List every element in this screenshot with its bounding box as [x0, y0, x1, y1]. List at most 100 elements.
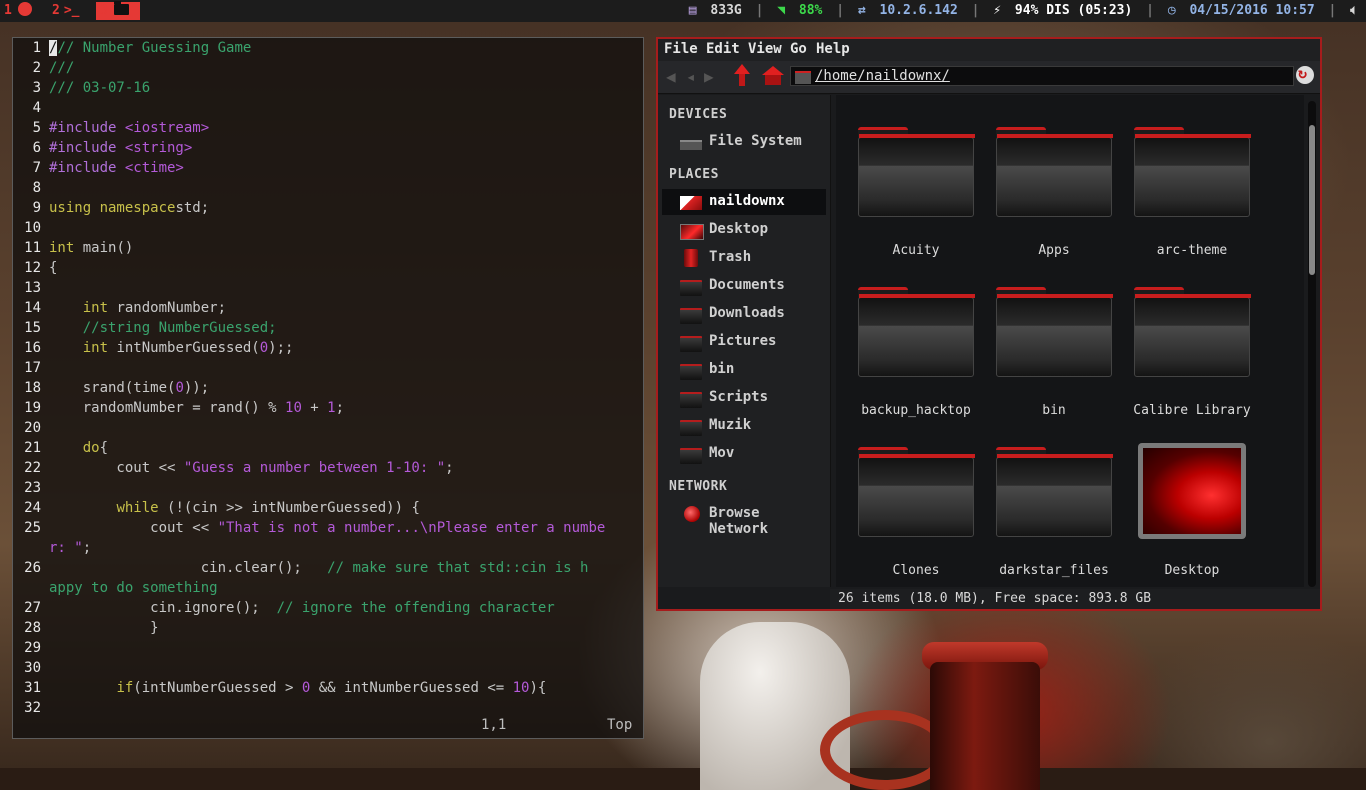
code-line[interactable]: 24 while (!(cin >> intNumberGuessed)) { [13, 498, 420, 518]
code-line[interactable]: 15 //string NumberGuessed; [13, 318, 276, 338]
home-icon[interactable] [762, 66, 784, 86]
sidebar-item-label: File System [709, 133, 802, 149]
line-number: 28 [24, 620, 41, 636]
toolbar: ◀ ◂ ▶ /home/naildownx/ [658, 61, 1320, 94]
menu-edit[interactable]: Edit [706, 41, 740, 57]
scrollbar-thumb[interactable] [1309, 125, 1315, 275]
line-number: 16 [24, 340, 41, 356]
location-path[interactable]: /home/naildownx/ [815, 68, 950, 84]
file-item[interactable]: Acuity [842, 95, 980, 258]
forward-icon[interactable]: ▶ [704, 67, 714, 86]
line-number: 6 [32, 140, 41, 156]
file-item[interactable]: darkstar_files [980, 415, 1118, 578]
sidebar-item-pictures[interactable]: Pictures [662, 329, 826, 355]
file-manager-window[interactable]: File Edit View Go Help ◀ ◂ ▶ /home/naild… [656, 37, 1322, 611]
datetime[interactable]: 04/15/2016 10:57 [1189, 2, 1314, 20]
file-item-label: darkstar_files [999, 563, 1109, 578]
sidebar-item-browse-network[interactable]: Browse Network [662, 501, 826, 537]
code-line[interactable]: 12 { [13, 258, 57, 278]
line-number: 9 [32, 200, 41, 216]
sidebar-item-scripts[interactable]: Scripts [662, 385, 826, 411]
back-icon[interactable]: ◀ [666, 67, 676, 86]
file-item[interactable]: Clones [842, 415, 980, 578]
code-token: main() [74, 240, 134, 256]
code-line[interactable]: 5 #include <iostream> [13, 118, 210, 138]
sidebar-item-bin[interactable]: bin [662, 357, 826, 383]
sidebar-item-downloads[interactable]: Downloads [662, 301, 826, 327]
code-line[interactable]: 7 #include <ctime> [13, 158, 184, 178]
code-line[interactable]: 9 using namespacestd; [13, 198, 210, 218]
menu-help[interactable]: Help [816, 41, 850, 57]
menu-go[interactable]: Go [790, 41, 807, 57]
reload-icon[interactable] [1296, 64, 1314, 84]
code-line[interactable]: 18 srand(time(0)); [13, 378, 209, 398]
file-view-scrollbar[interactable] [1308, 101, 1316, 587]
file-item[interactable]: bin [980, 255, 1118, 418]
code-line[interactable]: 11 int main() [13, 238, 133, 258]
file-item[interactable]: backup_hacktop [842, 255, 980, 418]
code-line[interactable]: r: "; [13, 538, 91, 558]
workspace-3[interactable]: 3 [96, 1, 140, 20]
code-token: /// [49, 60, 75, 76]
line-number: 20 [24, 420, 41, 436]
sidebar-item-label: Muzik [709, 417, 752, 433]
code-line[interactable]: 28 } [13, 618, 158, 638]
code-line[interactable]: 13 [13, 278, 49, 298]
code-line[interactable]: 2 /// [13, 58, 75, 78]
sidebar-item-trash[interactable]: Trash [662, 245, 826, 271]
sidebar-item-mov[interactable]: Mov [662, 441, 826, 467]
vim-terminal[interactable]: 1/// Number Guessing Game 2 /// 3 /// 03-07-… [12, 37, 644, 739]
folder-icon [858, 287, 975, 377]
code-line[interactable]: 14 int randomNumber; [13, 298, 226, 318]
code-line[interactable]: 17 [13, 358, 49, 378]
file-item[interactable]: Calibre Library [1118, 255, 1256, 418]
code-token: ){ [529, 680, 547, 696]
code-line[interactable]: 6 #include <string> [13, 138, 193, 158]
file-item[interactable]: Apps [980, 95, 1118, 258]
sidebar-item-label: Desktop [709, 221, 769, 237]
code-line[interactable]: 21 do{ [13, 438, 108, 458]
code-line[interactable]: appy to do something [13, 578, 218, 598]
code-line[interactable]: 23 [13, 478, 49, 498]
code-line[interactable]: 4 [13, 98, 49, 118]
file-item[interactable]: arc-theme [1118, 95, 1256, 258]
code-line[interactable]: 20 [13, 418, 49, 438]
code-line[interactable]: 25 cout << "That is not a number...\nPle… [13, 518, 605, 538]
code-line[interactable]: 8 [13, 178, 49, 198]
sidebar-item-muzik[interactable]: Muzik [662, 413, 826, 439]
code-line[interactable]: 1/// Number Guessing Game [13, 38, 251, 58]
code-line[interactable]: 32 [13, 698, 49, 718]
file-view[interactable]: Acuity Apps arc-theme backup_hacktop bin Cali… [836, 95, 1304, 587]
code-line[interactable]: 29 [13, 638, 49, 658]
code-token: cout << [49, 460, 184, 476]
workspace-2[interactable]: 2 >_ [52, 2, 79, 20]
code-token: r: " [49, 540, 83, 556]
menu-view[interactable]: View [748, 41, 782, 57]
sidebar-item-file-system[interactable]: File System [662, 129, 826, 155]
code-line[interactable]: 16 int intNumberGuessed(0);; [13, 338, 293, 358]
sidebar-item-documents[interactable]: Documents [662, 273, 826, 299]
code-line[interactable]: 19 randomNumber = rand() % 10 + 1; [13, 398, 344, 418]
location-bar[interactable]: /home/naildownx/ [790, 66, 1294, 86]
back-dropdown-icon[interactable]: ◂ [686, 67, 696, 86]
code-line[interactable]: 30 [13, 658, 49, 678]
sidebar-item-naildownx[interactable]: naildownx [662, 189, 826, 215]
file-item[interactable]: Desktop [1118, 415, 1256, 578]
menu-file[interactable]: File [664, 41, 698, 57]
workspace-1[interactable]: 1 [4, 2, 32, 20]
code-line[interactable]: 31 if(intNumberGuessed > 0 && intNumberG… [13, 678, 546, 698]
code-line[interactable]: 27 cin.ignore(); // ignore the offending… [13, 598, 555, 618]
menu-bar: File Edit View Go Help [658, 39, 1320, 61]
code-line[interactable]: 3 /// 03-07-16 [13, 78, 151, 98]
code-line[interactable]: 22 cout << "Guess a number between 1-10:… [13, 458, 454, 478]
volume-icon[interactable]: 🔈︎ [1350, 2, 1358, 20]
code-line[interactable]: 26 cin.clear(); // make sure that std::c… [13, 558, 588, 578]
code-line[interactable]: 10 [13, 218, 49, 238]
go-up-icon[interactable] [732, 64, 752, 88]
code-token: ; [445, 460, 454, 476]
line-number: 24 [24, 500, 41, 516]
sidebar-item-desktop[interactable]: Desktop [662, 217, 826, 243]
line-number: 27 [24, 600, 41, 616]
